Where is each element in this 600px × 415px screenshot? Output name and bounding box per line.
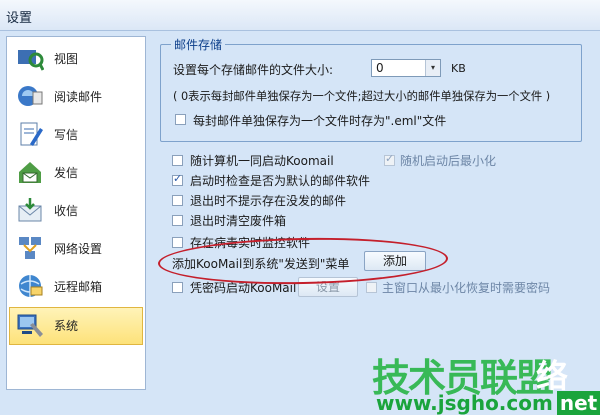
- title-bar: 设置: [0, 0, 600, 31]
- system-icon: [17, 314, 43, 337]
- restore-password-checkbox[interactable]: [366, 282, 377, 293]
- file-size-input[interactable]: 0 ▾: [371, 59, 441, 77]
- restore-password-label: 主窗口从最小化恢复时需要密码: [382, 281, 551, 295]
- sidebar-item-label: 发信: [54, 166, 79, 180]
- sidebar-item-label: 系统: [54, 319, 79, 333]
- remote-mailbox-icon: [19, 275, 43, 297]
- sidebar-item-write-mail[interactable]: 写信: [10, 117, 142, 151]
- check-default-client-label: 启动时检查是否为默认的邮件软件: [190, 174, 371, 188]
- receive-mail-icon: [18, 198, 42, 222]
- sidebar-item-send-mail[interactable]: 发信: [10, 155, 142, 189]
- window-title: 设置: [6, 11, 33, 26]
- no-unsent-prompt-label: 退出时不提示存在没发的邮件: [190, 194, 347, 208]
- minimize-after-start-checkbox[interactable]: [384, 152, 395, 166]
- sidebar-item-view[interactable]: 视图: [10, 41, 142, 75]
- watermark-domain: www.jsgho.com: [376, 391, 553, 415]
- minimize-after-start-label: 随机启动后最小化: [400, 154, 497, 168]
- read-mail-icon: [18, 86, 43, 106]
- sidebar-item-remote-mailbox[interactable]: 远程邮箱: [10, 269, 142, 303]
- start-with-computer-label: 随计算机一同启动Koomail: [190, 154, 334, 168]
- password-start-checkbox[interactable]: [172, 282, 183, 293]
- no-unsent-prompt-checkbox[interactable]: [172, 195, 183, 206]
- sidebar-item-network[interactable]: 网络设置: [10, 231, 142, 265]
- empty-trash-checkbox[interactable]: [172, 215, 183, 226]
- empty-trash-label: 退出时清空废件箱: [190, 214, 287, 228]
- file-size-value: 0: [376, 61, 384, 75]
- sidebar-item-label: 收信: [54, 204, 79, 218]
- antivirus-monitor-checkbox[interactable]: [172, 237, 183, 248]
- sidebar-item-label: 写信: [54, 128, 79, 142]
- watermark-tld: net: [556, 391, 600, 415]
- group-legend: 邮件存储: [171, 36, 226, 53]
- separate-eml-label: 每封邮件单独保存为一个文件时存为".eml"文件: [193, 114, 447, 128]
- view-icon: [18, 50, 44, 71]
- network-icon: [19, 237, 41, 259]
- settings-content: 邮件存储 设置每个存储邮件的文件大小: 0 ▾ KB ( 0表示每封邮件单独保存…: [150, 36, 600, 388]
- settings-sidebar: 视图 阅读邮件 写信 发信 收信 网络设置 远程邮箱 系统: [6, 36, 146, 390]
- file-size-label: 设置每个存储邮件的文件大小:: [173, 63, 334, 77]
- sidebar-item-receive-mail[interactable]: 收信: [10, 193, 142, 227]
- check-default-client-checkbox[interactable]: [172, 172, 183, 186]
- write-mail-icon: [20, 122, 43, 146]
- watermark-url: www.jsgho.com net: [376, 391, 600, 415]
- sidebar-item-label: 视图: [54, 52, 79, 66]
- separate-eml-checkbox[interactable]: [175, 114, 186, 125]
- mail-storage-group: 邮件存储 设置每个存储邮件的文件大小: 0 ▾ KB ( 0表示每封邮件单独保存…: [160, 36, 582, 142]
- chevron-down-icon[interactable]: ▾: [425, 60, 440, 76]
- start-with-computer-checkbox[interactable]: [172, 155, 183, 166]
- sidebar-item-label: 阅读邮件: [54, 90, 103, 104]
- sidebar-item-read-mail[interactable]: 阅读邮件: [10, 79, 142, 113]
- sidebar-item-system[interactable]: 系统: [9, 307, 143, 345]
- storage-note: ( 0表示每封邮件单独保存为一个文件;超过大小的邮件单独保存为一个文件 ): [173, 90, 551, 103]
- sidebar-item-label: 网络设置: [54, 242, 103, 256]
- file-size-unit: KB: [451, 62, 466, 75]
- sidebar-item-label: 远程邮箱: [54, 280, 103, 294]
- send-mail-icon: [19, 162, 41, 183]
